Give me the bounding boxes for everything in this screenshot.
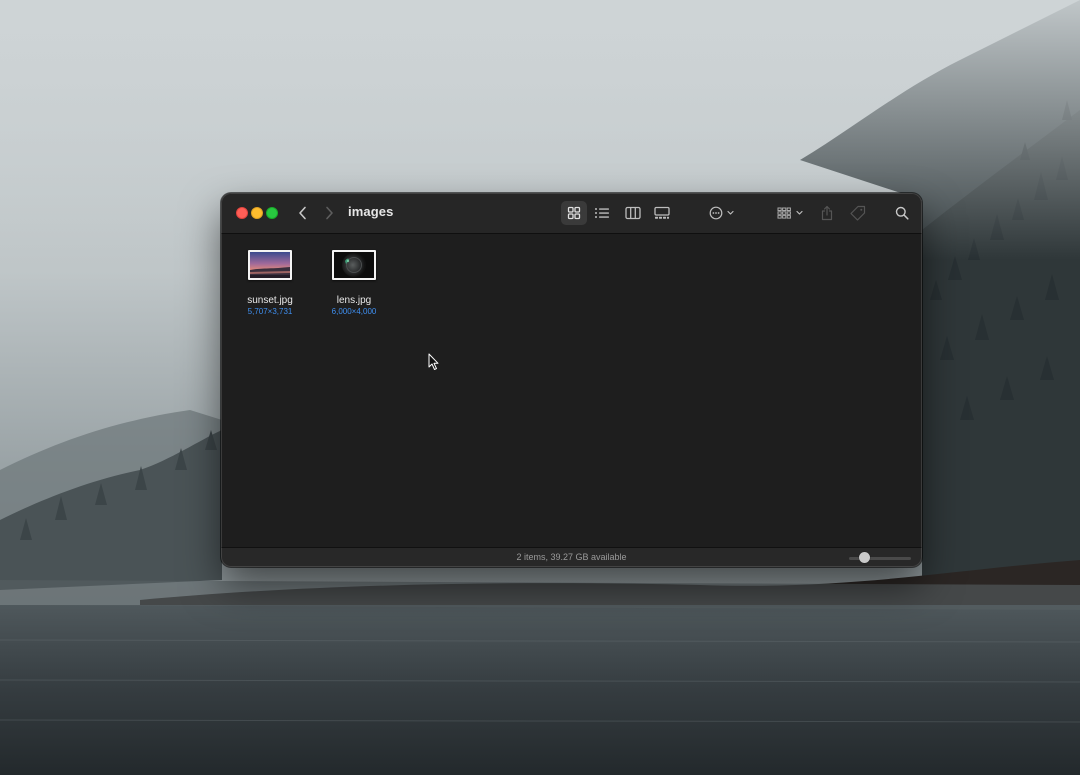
action-menu-button[interactable] (705, 201, 741, 225)
file-name: sunset.jpg (247, 295, 293, 306)
status-bar: 2 items, 39.27 GB available (221, 547, 922, 567)
file-area[interactable]: sunset.jpg 5,707×3,731 lens.jpg 6,000×4,… (221, 234, 922, 547)
group-by-button[interactable] (773, 201, 809, 225)
minimize-button[interactable] (251, 207, 263, 219)
tag-icon (850, 205, 866, 221)
back-button[interactable] (292, 201, 314, 225)
maximize-button[interactable] (266, 207, 278, 219)
file-dimensions: 6,000×4,000 (331, 307, 377, 316)
sunset-thumbnail[interactable] (248, 250, 292, 280)
mouse-pointer-icon (428, 353, 440, 371)
icon-view-button[interactable] (561, 201, 587, 225)
column-view-icon (625, 206, 641, 220)
file-item-sunset[interactable]: sunset.jpg 5,707×3,731 (230, 250, 310, 317)
finder-window: images sunset.jpg 5,707×3,731 lens.jpg 6… (221, 193, 922, 567)
tag-button[interactable] (847, 201, 869, 225)
gallery-view-button[interactable] (649, 201, 675, 225)
forward-button[interactable] (318, 201, 340, 225)
list-view-button[interactable] (589, 201, 615, 225)
chevron-left-icon (299, 206, 306, 220)
file-dimensions: 5,707×3,731 (247, 307, 293, 316)
gallery-view-icon (654, 206, 670, 219)
share-icon (821, 205, 833, 221)
toolbar: images (221, 193, 922, 234)
ellipsis-circle-icon (709, 206, 734, 220)
close-button[interactable] (236, 207, 248, 219)
chevron-right-icon (326, 206, 333, 220)
file-name: lens.jpg (336, 295, 372, 306)
window-title: images (348, 204, 394, 219)
lens-thumbnail[interactable] (332, 250, 376, 280)
column-view-button[interactable] (620, 201, 646, 225)
share-button[interactable] (817, 201, 837, 225)
icon-view-icon (567, 206, 581, 220)
status-text: 2 items, 39.27 GB available (516, 552, 627, 562)
search-button[interactable] (891, 201, 913, 225)
file-item-lens[interactable]: lens.jpg 6,000×4,000 (314, 250, 394, 317)
icon-size-slider-thumb[interactable] (859, 552, 870, 563)
list-view-icon (595, 208, 609, 218)
search-icon (895, 206, 909, 220)
group-grid-icon (777, 207, 803, 219)
